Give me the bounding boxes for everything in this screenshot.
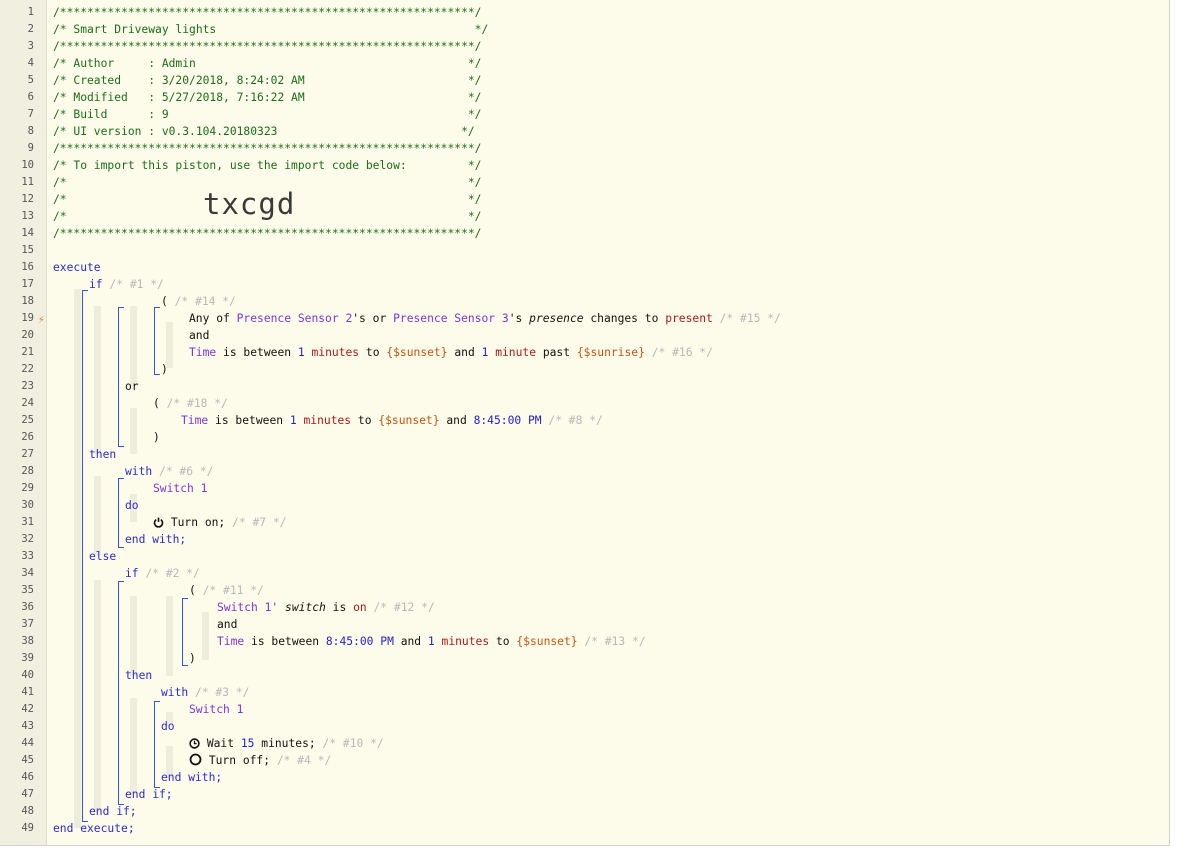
condition-group-open[interactable]: ( /* #18 */ xyxy=(153,395,228,412)
do-keyword: do xyxy=(161,720,175,733)
indent-guide xyxy=(166,596,173,676)
then-keyword: then xyxy=(125,669,153,682)
condition-group-open[interactable]: ( /* #14 */ xyxy=(161,293,236,310)
condition-group-open[interactable]: ( /* #11 */ xyxy=(189,582,264,599)
indent-guide xyxy=(130,596,137,676)
do-keyword: do xyxy=(125,499,139,512)
import-code[interactable]: txcgd xyxy=(203,184,295,224)
then-keyword: then xyxy=(89,448,117,461)
turn-off-action[interactable]: Turn off; /* #4 */ xyxy=(189,752,331,769)
condition-group-close: ) xyxy=(189,652,196,665)
wait-action[interactable]: Wait 15 minutes; /* #10 */ xyxy=(189,735,384,752)
and-operator: and xyxy=(217,618,238,631)
build-line: /* Build : 9 */ xyxy=(53,108,482,121)
else-keyword: else xyxy=(89,550,117,563)
condition-group-close: ) xyxy=(153,431,160,444)
piston-title: /* Smart Driveway lights */ xyxy=(53,23,489,36)
condition-group-bracket xyxy=(118,307,124,447)
with-statement[interactable]: with /* #6 */ xyxy=(125,463,213,480)
indent-guide xyxy=(94,580,101,812)
header-rule: /***************************************… xyxy=(53,227,482,240)
paren-group-bracket xyxy=(154,307,160,375)
author-line: /* Author : Admin */ xyxy=(53,57,482,70)
turn-on-action[interactable]: Turn on; /* #7 */ xyxy=(153,514,286,531)
indent-guide xyxy=(94,476,101,556)
end-with: end with; xyxy=(125,533,187,546)
end-execute: end execute; xyxy=(53,822,135,835)
piston-code-viewer: 1 2 3 4 5 6 7 8 9 10 11 12 13 14 15 16 17 18 19 20 21 22 23 24 2… xyxy=(0,0,1170,846)
paren-group-bracket xyxy=(182,598,188,666)
modified-line: /* Modified : 5/27/2018, 7:16:22 AM */ xyxy=(53,91,482,104)
indent-guide xyxy=(130,408,137,454)
device-switch-1[interactable]: Switch 1 xyxy=(189,701,243,718)
execute-statement: execute xyxy=(53,261,101,274)
header-rule: /***************************************… xyxy=(53,40,482,53)
ui-version-line: /* UI version : v0.3.104.20180323 */ xyxy=(53,125,475,138)
indent-guide xyxy=(94,306,101,454)
and-operator: and xyxy=(189,329,210,342)
with-block-bracket xyxy=(154,701,160,788)
time-condition[interactable]: Time is between 1 minutes to {$sunset} a… xyxy=(189,344,713,361)
header-rule: /***************************************… xyxy=(53,142,482,155)
device-switch-1[interactable]: Switch 1 xyxy=(153,480,207,497)
end-if: end if; xyxy=(125,788,173,801)
created-line: /* Created : 3/20/2018, 8:24:02 AM */ xyxy=(53,74,482,87)
time-condition[interactable]: Time is between 1 minutes to {$sunset} a… xyxy=(181,412,603,429)
if-block-bracket xyxy=(82,290,88,822)
code-area: /***************************************… xyxy=(0,4,1169,844)
time-condition[interactable]: Time is between 8:45:00 PM and 1 minutes… xyxy=(217,633,646,650)
nested-if-bracket xyxy=(118,581,124,805)
indent-guide xyxy=(130,698,137,794)
header-rule: /***************************************… xyxy=(53,6,482,19)
indent-guide xyxy=(74,289,81,828)
condition-group-close: ) xyxy=(161,363,168,376)
nested-if-statement[interactable]: if /* #2 */ xyxy=(125,565,200,582)
import-note: /* To import this piston, use the import… xyxy=(53,159,482,172)
with-block-bracket xyxy=(118,478,124,548)
switch-condition[interactable]: Switch 1' switch is on /* #12 */ xyxy=(217,599,435,616)
end-if: end if; xyxy=(89,805,137,818)
end-with: end with; xyxy=(161,771,223,784)
presence-condition[interactable]: Any of Presence Sensor 2's or Presence S… xyxy=(189,310,781,327)
or-operator: or xyxy=(125,380,139,393)
indent-guide xyxy=(130,306,137,386)
with-statement[interactable]: with /* #3 */ xyxy=(161,684,249,701)
indent-guide xyxy=(202,612,209,660)
if-statement[interactable]: if /* #1 */ xyxy=(89,276,164,293)
